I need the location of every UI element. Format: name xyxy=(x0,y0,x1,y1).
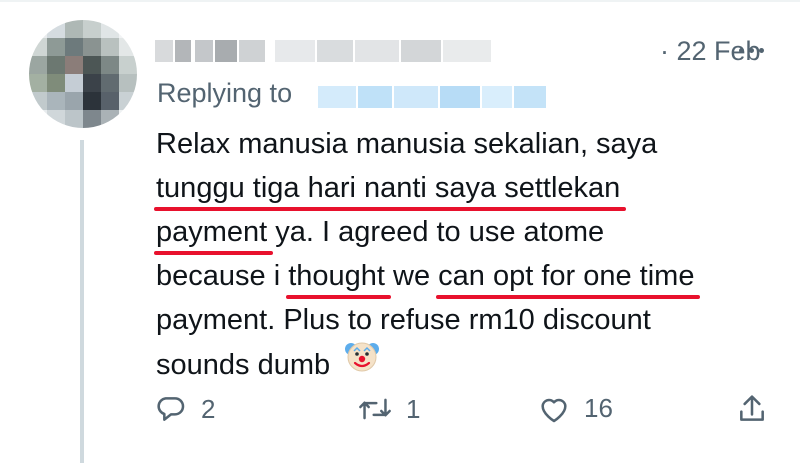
top-divider xyxy=(0,0,800,2)
tweet-text-line: because i thought we can opt for one tim… xyxy=(156,254,694,298)
more-options-icon[interactable] xyxy=(731,34,771,66)
reply-icon xyxy=(155,393,187,425)
like-count: 16 xyxy=(584,393,613,423)
tweet-text-line: tunggu tiga hari nanti saya settlekan xyxy=(156,166,620,210)
avatar[interactable] xyxy=(29,20,137,128)
tweet-text-line: Relax manusia manusia sekalian, saya xyxy=(156,122,657,166)
retweet-icon xyxy=(358,393,392,425)
underlined-text-segment: thought xyxy=(288,260,385,292)
text-segment: Relax manusia manusia sekalian, saya xyxy=(156,128,658,160)
like-button[interactable]: 16 xyxy=(538,393,613,424)
underlined-text-segment: can opt for one time xyxy=(438,260,695,292)
tweet-actions: 2 1 16 xyxy=(155,393,775,437)
clown-face-icon xyxy=(344,338,380,387)
reply-count: 2 xyxy=(201,393,216,424)
heart-icon xyxy=(538,394,570,424)
share-icon xyxy=(737,393,767,425)
text-segment: sounds dumb xyxy=(156,349,331,382)
text-segment: because i xyxy=(156,260,289,292)
replying-to-label: Replying to xyxy=(157,78,293,108)
underlined-text-segment: payment xyxy=(156,216,268,248)
retweet-count: 1 xyxy=(406,393,421,424)
tweet-text-line: payment. Plus to refuse rm10 discount xyxy=(156,298,651,342)
share-button[interactable] xyxy=(737,393,767,425)
text-segment: ya. I agreed to use atome xyxy=(267,216,605,248)
thread-line xyxy=(80,140,84,463)
retweet-button[interactable]: 1 xyxy=(358,393,420,425)
tweet-text-line: sounds dumb xyxy=(156,342,380,391)
underlined-text-segment: tunggu tiga hari nanti saya settlekan xyxy=(156,172,621,204)
text-segment: payment. Plus to refuse rm10 discount xyxy=(156,304,651,336)
reply-button[interactable]: 2 xyxy=(155,393,215,425)
tweet-header: · 22 Feb xyxy=(155,30,785,72)
tweet-text-line: payment ya. I agreed to use atome xyxy=(156,210,604,254)
text-segment: we xyxy=(384,260,439,292)
